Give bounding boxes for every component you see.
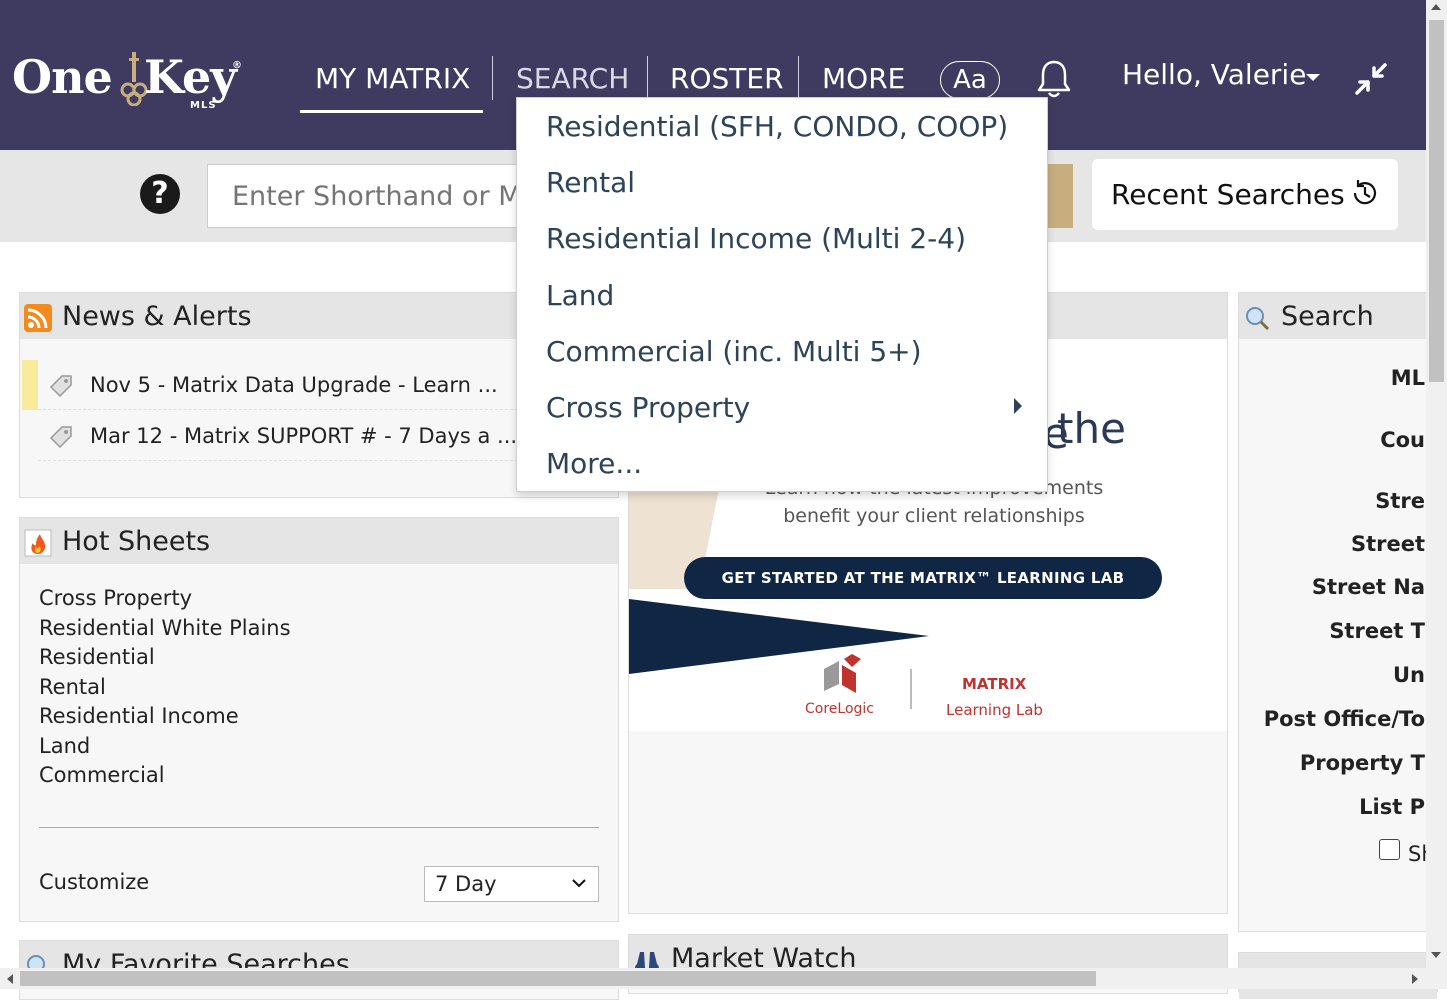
- hot-sheets-title: Hot Sheets: [62, 526, 211, 557]
- hot-sheet-link[interactable]: Cross Property: [39, 584, 291, 614]
- news-item-text: Nov 5 - Matrix Data Upgrade - Learn ...: [90, 373, 498, 397]
- nav-active-underline: [300, 110, 483, 113]
- chevron-down-icon[interactable]: [1306, 74, 1320, 81]
- horizontal-scroll-thumb[interactable]: [20, 971, 1096, 986]
- scroll-left-arrow-icon[interactable]: [7, 974, 13, 984]
- nav-separator: [492, 56, 493, 100]
- hot-sheets-panel: Hot Sheets Cross Property Residential Wh…: [19, 517, 619, 922]
- menu-item-cross-property[interactable]: Cross Property: [546, 391, 750, 424]
- menu-item-commercial[interactable]: Commercial (inc. Multi 5+): [546, 335, 922, 368]
- magnifier-icon: [1246, 307, 1270, 331]
- field-label: Stre: [1375, 489, 1425, 513]
- period-select-value: 7 Day: [435, 872, 497, 896]
- search-dropdown-menu: Residential (SFH, CONDO, COOP) Rental Re…: [516, 97, 1048, 492]
- menu-item-more[interactable]: More...: [546, 447, 642, 480]
- field-label: List P: [1359, 795, 1425, 819]
- scrollbar-corner: [1426, 968, 1447, 989]
- news-item[interactable]: Mar 12 - Matrix SUPPORT # - 7 Days a ...: [38, 411, 558, 461]
- learning-lab-button[interactable]: GET STARTED AT THE MATRIX™ LEARNING LAB: [684, 557, 1162, 599]
- field-label: ML: [1390, 366, 1425, 390]
- show-checkbox[interactable]: [1379, 839, 1400, 860]
- field-label: Street: [1350, 532, 1425, 556]
- tag-icon: [49, 375, 72, 398]
- menu-item-residential-income[interactable]: Residential Income (Multi 2-4): [546, 222, 966, 255]
- user-greeting[interactable]: Hello, Valerie: [1122, 58, 1306, 91]
- learning-lab-logo: Learning Lab: [946, 701, 1043, 719]
- font-size-button[interactable]: Aa: [940, 61, 1000, 99]
- field-label: Cou: [1380, 428, 1425, 452]
- fire-icon: [24, 529, 52, 557]
- hot-sheet-link[interactable]: Residential: [39, 643, 291, 673]
- hot-sheet-link[interactable]: Residential Income: [39, 702, 291, 732]
- divider: [39, 827, 599, 828]
- field-label: Un: [1392, 663, 1425, 687]
- tag-icon: [49, 426, 72, 449]
- promo-subtext-line: benefit your client relationships: [783, 505, 1085, 527]
- logo-registered: ®: [232, 60, 242, 71]
- period-select[interactable]: 7 Day: [424, 866, 599, 902]
- collapse-icon[interactable]: [1354, 62, 1388, 96]
- logo-one-text: One: [12, 50, 113, 104]
- help-icon[interactable]: ?: [140, 174, 180, 214]
- scroll-up-arrow-icon[interactable]: [1431, 4, 1441, 10]
- news-item[interactable]: Nov 5 - Matrix Data Upgrade - Learn ...: [38, 360, 558, 410]
- news-item-text: Mar 12 - Matrix SUPPORT # - 7 Days a ...: [90, 424, 518, 448]
- hot-sheet-link[interactable]: Land: [39, 732, 291, 762]
- recent-searches-label: Recent Searches: [1111, 178, 1345, 211]
- hot-sheets-list: Cross Property Residential White Plains …: [39, 584, 291, 791]
- quick-search-panel: Search ML Cou Stre Street Street Na Stre…: [1238, 292, 1438, 932]
- bell-icon[interactable]: [1034, 58, 1074, 100]
- news-alerts-title: News & Alerts: [62, 301, 252, 332]
- chevron-down-icon: [572, 879, 586, 888]
- nav-separator: [798, 56, 799, 100]
- hot-sheet-link[interactable]: Rental: [39, 673, 291, 703]
- logo-key-text: Key: [144, 50, 237, 104]
- nav-separator: [647, 56, 648, 100]
- matrix-logo: MATRIX: [962, 675, 1027, 693]
- logo-mls-text: MLS: [190, 100, 217, 111]
- field-label: Street T: [1329, 619, 1425, 643]
- scroll-down-arrow-icon[interactable]: [1431, 952, 1441, 958]
- corelogic-logo: CoreLogic: [805, 701, 874, 717]
- scroll-right-arrow-icon[interactable]: [1412, 974, 1418, 984]
- hot-sheet-link[interactable]: Commercial: [39, 761, 291, 791]
- menu-item-rental[interactable]: Rental: [546, 166, 635, 199]
- history-icon: [1353, 180, 1377, 205]
- hot-sheets-header: Hot Sheets: [20, 518, 618, 564]
- customize-link[interactable]: Customize: [39, 870, 149, 894]
- field-label: Street Na: [1311, 575, 1425, 599]
- recent-searches-button[interactable]: Recent Searches: [1092, 159, 1398, 230]
- vertical-scroll-thumb[interactable]: [1429, 20, 1444, 382]
- field-label: Property T: [1299, 751, 1425, 775]
- quick-search-header: Search: [1239, 293, 1437, 339]
- quick-search-title: Search: [1281, 301, 1374, 332]
- unread-marker: [22, 360, 38, 410]
- menu-item-residential[interactable]: Residential (SFH, CONDO, COOP): [546, 110, 1008, 143]
- rss-icon: [24, 304, 52, 332]
- submenu-arrow-icon: [1014, 398, 1022, 414]
- field-label: Post Office/To: [1263, 707, 1425, 731]
- nav-my-matrix[interactable]: MY MATRIX: [315, 55, 470, 105]
- menu-item-land[interactable]: Land: [546, 279, 614, 312]
- hot-sheet-link[interactable]: Residential White Plains: [39, 614, 291, 644]
